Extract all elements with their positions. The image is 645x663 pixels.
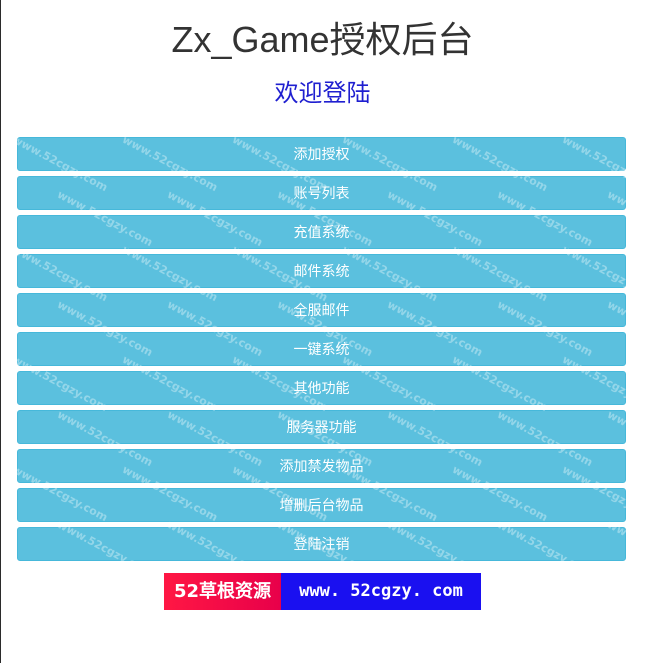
account-list-button[interactable]: 账号列表 bbox=[17, 176, 626, 210]
banner-url-text: www. 52cgzy. com bbox=[281, 573, 481, 610]
mail-system-button[interactable]: 邮件系统 bbox=[17, 254, 626, 288]
banner-brand-text: 52草根资源 bbox=[164, 573, 281, 610]
add-banned-items-button[interactable]: 添加禁发物品 bbox=[17, 449, 626, 483]
add-authorization-button[interactable]: 添加授权 bbox=[17, 137, 626, 171]
logout-button[interactable]: 登陆注销 bbox=[17, 527, 626, 561]
one-click-system-button[interactable]: 一键系统 bbox=[17, 332, 626, 366]
server-functions-button[interactable]: 服务器功能 bbox=[17, 410, 626, 444]
page-title: Zx_Game授权后台 bbox=[171, 19, 474, 60]
site-banner[interactable]: 52草根资源 www. 52cgzy. com bbox=[164, 573, 481, 610]
recharge-system-button[interactable]: 充值系统 bbox=[17, 215, 626, 249]
main-menu: 添加授权 账号列表 充值系统 邮件系统 全服邮件 一键系统 其他功能 服务器功能… bbox=[17, 137, 626, 566]
welcome-heading: 欢迎登陆 bbox=[274, 80, 371, 107]
other-functions-button[interactable]: 其他功能 bbox=[17, 371, 626, 405]
server-wide-mail-button[interactable]: 全服邮件 bbox=[17, 293, 626, 327]
edit-backend-items-button[interactable]: 增删后台物品 bbox=[17, 488, 626, 522]
